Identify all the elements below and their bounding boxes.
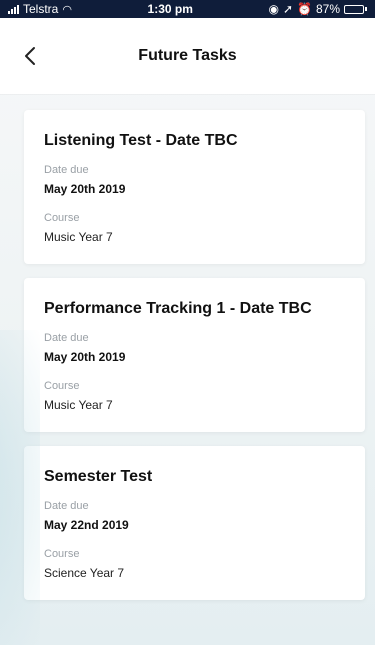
back-button[interactable] <box>16 42 44 70</box>
course-label: Course <box>44 212 80 224</box>
task-list: Listening Test - Date TBC Date due May 2… <box>0 94 375 600</box>
status-right: ◉ ➚ ⏰ 87% <box>268 2 367 16</box>
battery-percent: 87% <box>315 2 340 16</box>
chevron-left-icon <box>25 47 35 65</box>
course-value: Science Year 7 <box>44 566 125 580</box>
task-title: Listening Test - Date TBC <box>44 132 238 149</box>
status-left: Telstra ◠ <box>8 2 72 16</box>
alarm-icon: ⏰ <box>297 2 312 16</box>
date-due-label: Date due <box>44 500 89 512</box>
nav-bar: Future Tasks <box>0 18 375 94</box>
course-value: Music Year 7 <box>44 230 113 244</box>
date-due-value: May 22nd 2019 <box>44 518 129 532</box>
future-tasks-screen: Telstra ◠ 1:30 pm ◉ ➚ ⏰ 87% Future Tasks… <box>0 0 375 645</box>
battery-icon <box>344 4 367 14</box>
signal-icon <box>8 4 19 14</box>
task-card[interactable]: Performance Tracking 1 - Date TBC Date d… <box>24 278 365 432</box>
course-label: Course <box>44 380 80 392</box>
task-card[interactable]: Semester Test Date due May 22nd 2019 Cou… <box>24 446 365 600</box>
status-bar: Telstra ◠ 1:30 pm ◉ ➚ ⏰ 87% <box>0 0 375 18</box>
course-label: Course <box>44 548 80 560</box>
task-card[interactable]: Listening Test - Date TBC Date due May 2… <box>24 110 365 264</box>
date-due-value: May 20th 2019 <box>44 182 126 196</box>
task-title: Semester Test <box>44 468 153 485</box>
status-time: 1:30 pm <box>147 2 193 16</box>
date-due-value: May 20th 2019 <box>44 350 126 364</box>
navigation-icon: ➚ <box>282 2 294 16</box>
wifi-icon: ◠ <box>62 3 72 16</box>
location-icon: ◉ <box>268 2 279 16</box>
date-due-label: Date due <box>44 332 89 344</box>
date-due-label: Date due <box>44 164 89 176</box>
course-value: Music Year 7 <box>44 398 113 412</box>
carrier-name: Telstra <box>23 2 59 16</box>
task-title: Performance Tracking 1 - Date TBC <box>44 300 312 317</box>
page-title: Future Tasks <box>138 47 237 64</box>
